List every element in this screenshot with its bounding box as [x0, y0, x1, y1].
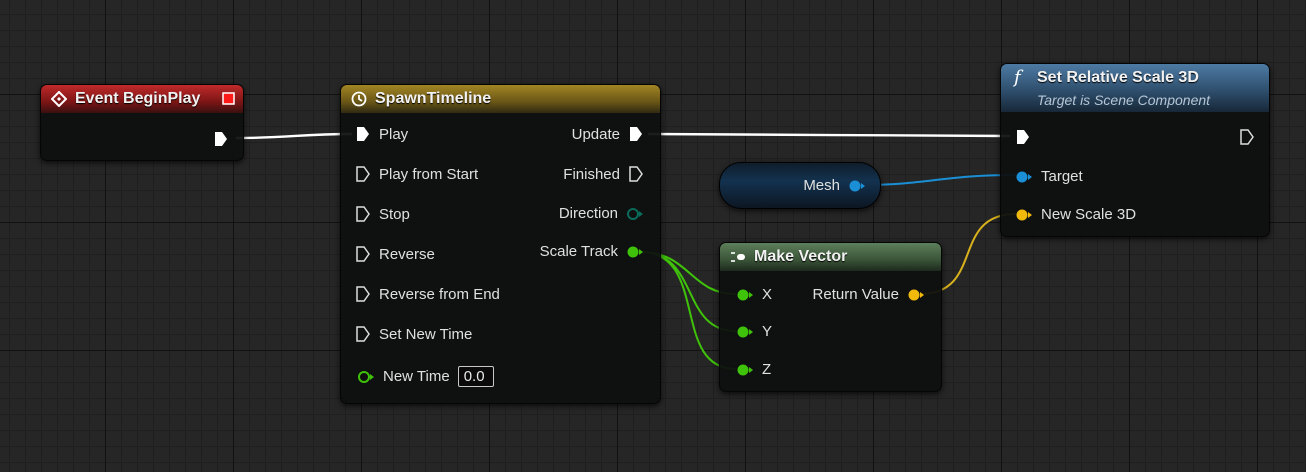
scale-track-pin[interactable]: Scale Track: [540, 243, 644, 260]
finished-label: Finished: [563, 165, 620, 183]
update-pin[interactable]: Update: [572, 125, 644, 143]
new-time-label: New Time: [383, 368, 450, 385]
exec-in-filled-icon[interactable]: [1015, 128, 1031, 146]
make-vector-header[interactable]: Make Vector: [720, 243, 941, 271]
object-pin-icon: [848, 179, 866, 193]
direction-pin[interactable]: Direction: [559, 205, 644, 222]
spawn-timeline-node[interactable]: SpawnTimeline Play Play from Start Stop …: [340, 84, 661, 404]
spawn-timeline-title: SpawnTimeline: [375, 90, 492, 107]
direction-label: Direction: [558, 205, 618, 222]
y-label: Y: [762, 323, 773, 340]
make-vector-node[interactable]: Make Vector X Y Z Return Value: [719, 242, 942, 392]
make-vector-title: Make Vector: [754, 248, 848, 265]
set-relative-scale-title: Set Relative Scale 3D: [1037, 69, 1199, 86]
float-pin-icon: [736, 363, 754, 377]
set-relative-scale-header[interactable]: f Set Relative Scale 3D Target is Scene …: [1001, 64, 1269, 112]
object-pin-icon: [1015, 170, 1033, 184]
mesh-variable-node[interactable]: Mesh: [719, 162, 881, 209]
exec-out-icon: [628, 165, 644, 183]
reverse-label: Reverse: [379, 245, 435, 263]
reverse-from-end-pin[interactable]: Reverse from End: [355, 285, 500, 303]
play-from-start-pin[interactable]: Play from Start: [355, 165, 478, 183]
reverse-pin[interactable]: Reverse: [355, 245, 435, 263]
return-value-label: Return Value: [812, 286, 899, 303]
event-beginplay-title: Event BeginPlay: [75, 90, 201, 107]
play-pin[interactable]: Play: [355, 125, 408, 143]
event-diamond-icon: [51, 91, 67, 107]
stop-pin[interactable]: Stop: [355, 205, 410, 223]
float-pin-icon: [626, 245, 644, 259]
play-from-start-label: Play from Start: [379, 165, 479, 183]
scale-track-label: Scale Track: [539, 243, 618, 260]
spawn-timeline-header[interactable]: SpawnTimeline: [341, 85, 660, 113]
exec-in-icon: [355, 285, 371, 303]
vector-pin-icon: [907, 288, 925, 302]
mesh-label: Mesh: [803, 177, 840, 194]
exec-out-icon[interactable]: [1239, 128, 1255, 146]
function-icon: f: [1014, 67, 1021, 88]
exec-in-icon: [355, 325, 371, 343]
new-time-pin[interactable]: New Time 0.0: [357, 366, 494, 387]
set-new-time-pin[interactable]: Set New Time: [355, 325, 472, 343]
delegate-pin-icon[interactable]: [222, 92, 235, 105]
float-pin-empty-icon: [357, 370, 375, 384]
float-pin-icon: [736, 325, 754, 339]
target-label: Target: [1041, 168, 1083, 185]
clock-icon: [351, 91, 367, 107]
stop-label: Stop: [379, 205, 410, 223]
exec-in-icon: [355, 205, 371, 223]
finished-pin[interactable]: Finished: [563, 165, 644, 183]
event-beginplay-node[interactable]: Event BeginPlay: [40, 84, 244, 161]
x-pin[interactable]: X: [736, 286, 772, 303]
x-label: X: [762, 286, 773, 303]
vector-pin-icon: [1015, 208, 1033, 222]
reverse-from-end-label: Reverse from End: [379, 285, 500, 303]
target-pin[interactable]: Target: [1015, 168, 1083, 185]
enum-pin-empty-icon: [626, 207, 644, 221]
exec-out-pin-icon[interactable]: [213, 130, 229, 148]
set-new-time-label: Set New Time: [379, 325, 473, 343]
update-label: Update: [571, 125, 620, 143]
set-relative-scale-node[interactable]: f Set Relative Scale 3D Target is Scene …: [1000, 63, 1270, 237]
z-pin[interactable]: Z: [736, 361, 771, 378]
exec-wire-update-to-set-scale: [647, 132, 1011, 138]
y-pin[interactable]: Y: [736, 323, 772, 340]
exec-in-filled-icon: [355, 125, 371, 143]
event-beginplay-header[interactable]: Event BeginPlay: [41, 85, 243, 113]
play-label: Play: [379, 125, 409, 143]
z-label: Z: [762, 361, 772, 378]
set-relative-scale-subtitle: Target is Scene Component: [1037, 92, 1211, 108]
object-wire-mesh-to-target: [859, 174, 1017, 186]
exec-wire-begin-to-play: [235, 132, 353, 140]
exec-in-icon: [355, 245, 371, 263]
new-scale-3d-pin[interactable]: New Scale 3D: [1015, 206, 1136, 223]
exec-in-icon: [355, 165, 371, 183]
float-pin-icon: [736, 288, 754, 302]
make-struct-icon: [730, 249, 746, 265]
exec-out-filled-icon: [628, 125, 644, 143]
new-scale-3d-label: New Scale 3D: [1041, 206, 1137, 223]
new-time-input[interactable]: 0.0: [457, 366, 494, 387]
mesh-output-pin[interactable]: Mesh: [803, 177, 866, 194]
return-value-pin[interactable]: Return Value: [813, 286, 925, 303]
